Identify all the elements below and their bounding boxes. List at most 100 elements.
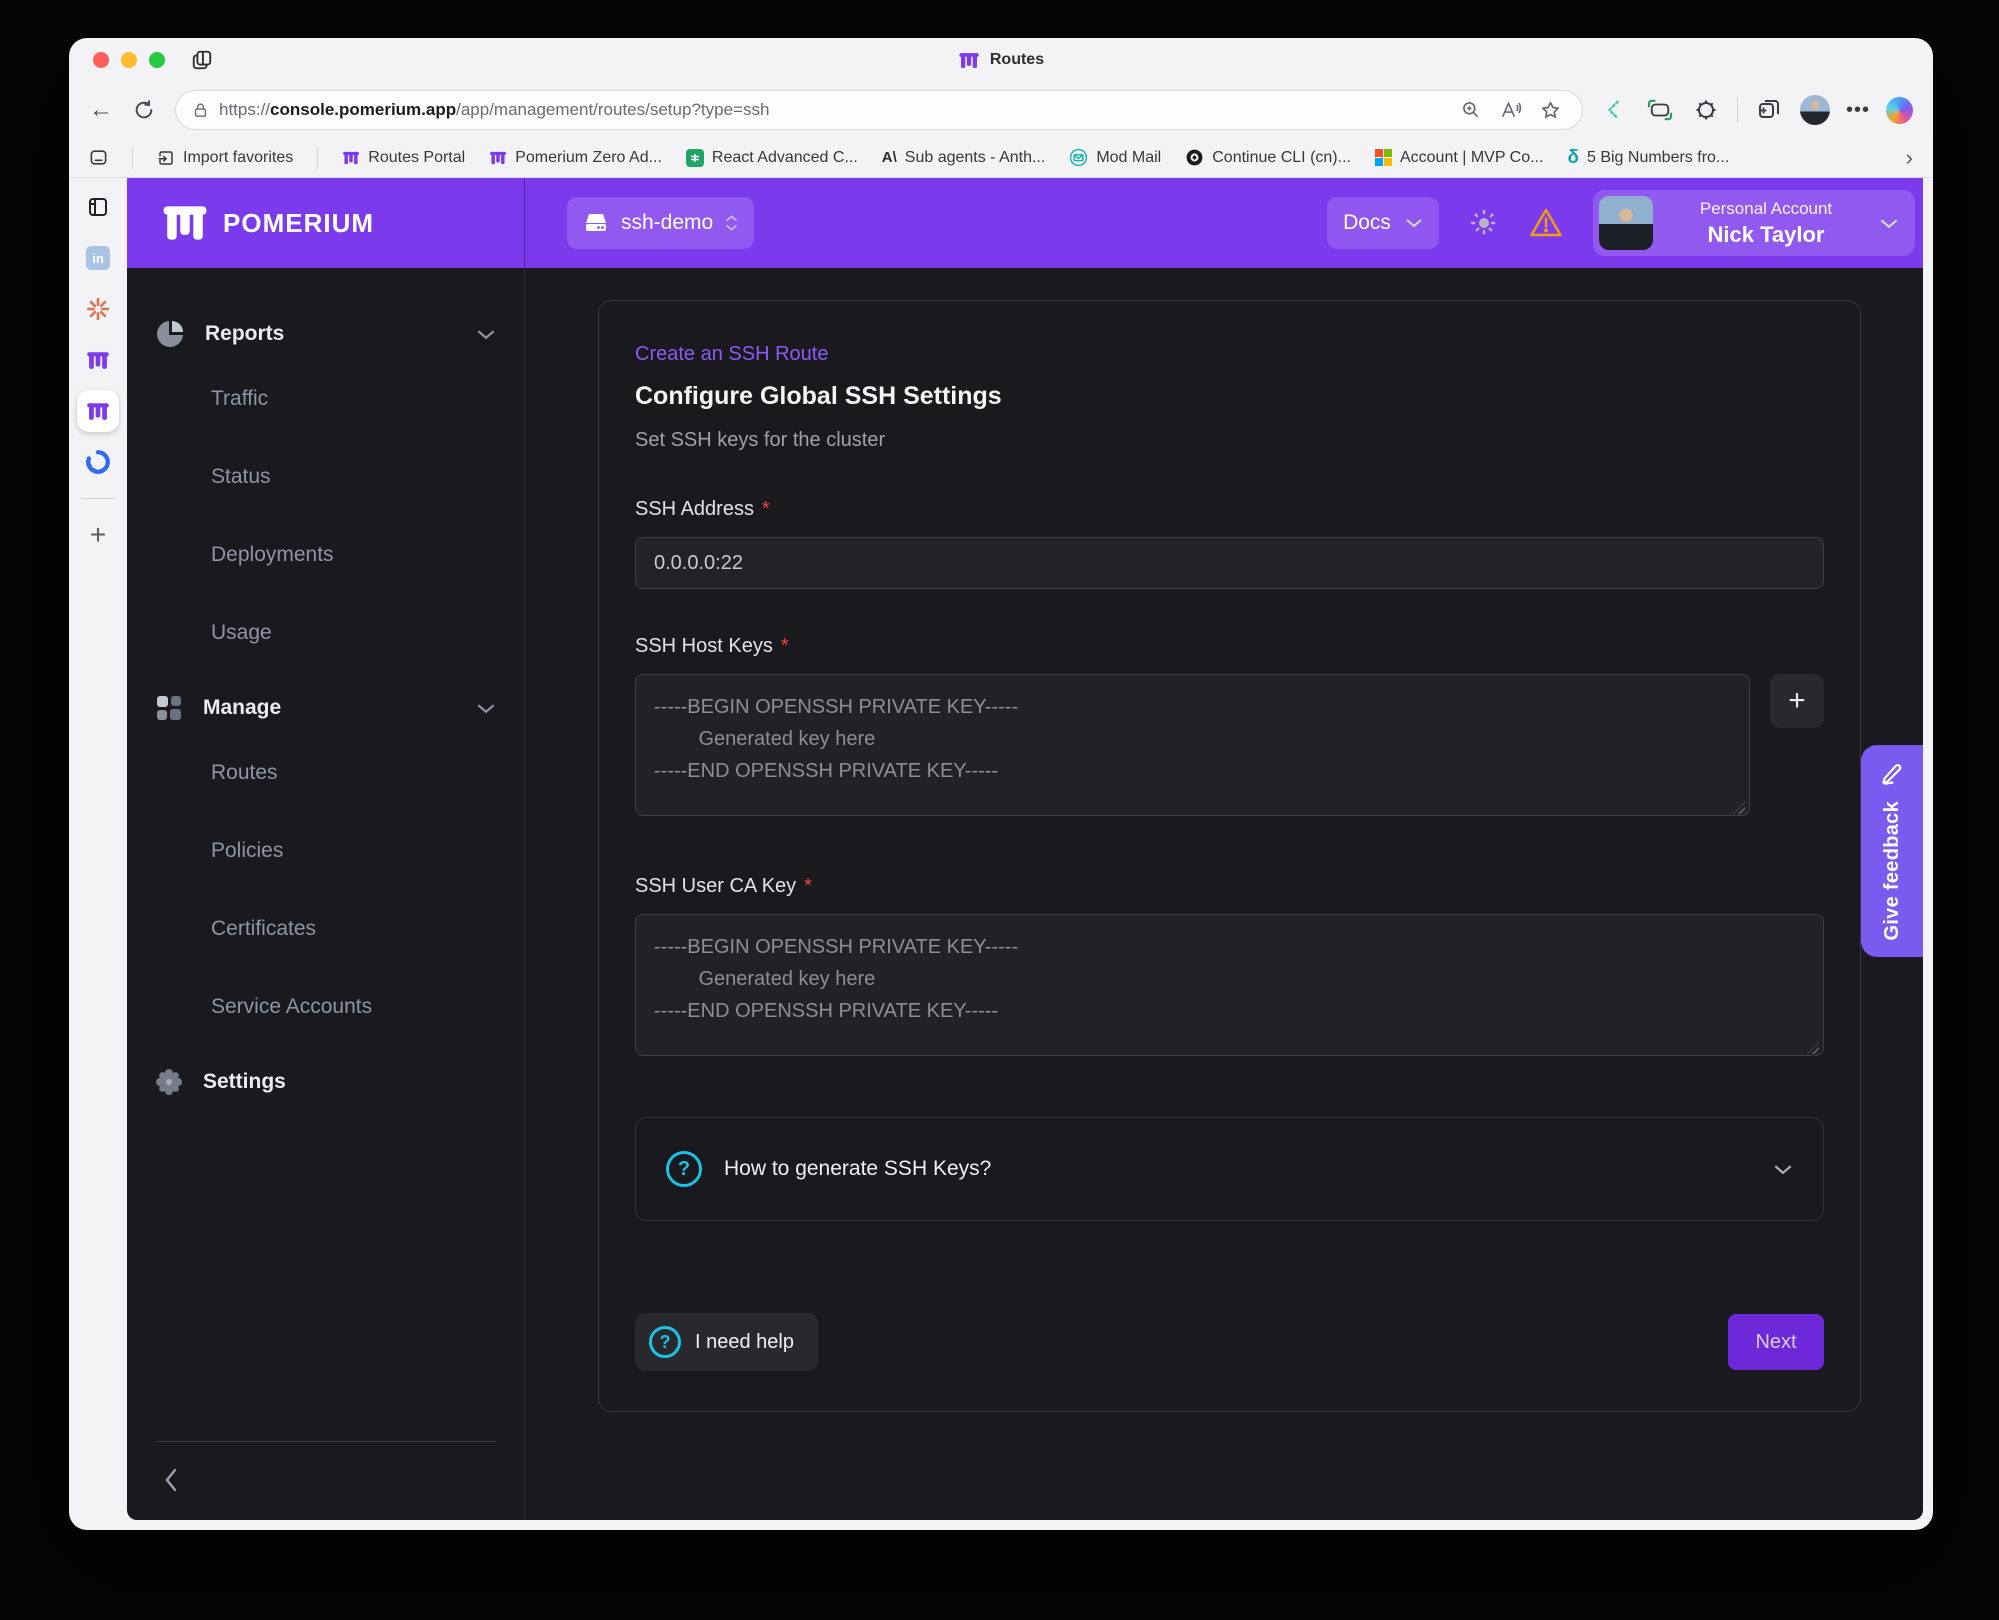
wizard-eyebrow: Create an SSH Route	[635, 343, 1824, 366]
mail-icon	[1069, 148, 1088, 167]
bookmarks-overflow-icon[interactable]: ›	[1906, 145, 1913, 171]
bookmark-sub-agents[interactable]: A\ Sub agents - Anth...	[882, 149, 1046, 167]
traffic-lights	[93, 52, 165, 68]
ssh-keys-help-accordion[interactable]: ? How to generate SSH Keys?	[635, 1117, 1824, 1221]
docs-label: Docs	[1343, 211, 1391, 235]
vertical-tab-blue-app[interactable]	[77, 441, 119, 483]
required-asterisk: *	[762, 498, 770, 521]
server-icon	[583, 211, 609, 235]
ssh-host-keys-label: SSH Host Keys *	[635, 635, 1824, 658]
cluster-selector[interactable]: ssh-demo	[567, 197, 754, 249]
pomerium-console-page: POMERIUM ssh-demo Docs	[127, 178, 1923, 1520]
sidebar-item-routes[interactable]: Routes	[127, 734, 524, 812]
sidebar-item-service-accounts[interactable]: Service Accounts	[127, 968, 524, 1046]
next-button[interactable]: Next	[1728, 1314, 1824, 1370]
vertical-tab-linkedin[interactable]: in	[77, 237, 119, 279]
zoom-window-button[interactable]	[149, 52, 165, 68]
ssh-address-input[interactable]	[635, 537, 1824, 589]
bookmark-pomerium-zero[interactable]: Pomerium Zero Ad...	[489, 149, 662, 167]
sidebar-item-deployments[interactable]: Deployments	[127, 516, 524, 594]
sidebar-item-status[interactable]: Status	[127, 438, 524, 516]
sidebar-item-traffic[interactable]: Traffic	[127, 360, 524, 438]
continue-icon	[1185, 148, 1204, 167]
zoom-in-icon[interactable]	[1456, 95, 1486, 125]
ssh-user-ca-key-label: SSH User CA Key *	[635, 875, 1824, 898]
add-host-key-button[interactable]: +	[1770, 674, 1824, 728]
split-screen-icon[interactable]	[1599, 95, 1629, 125]
docs-menu-button[interactable]: Docs	[1327, 197, 1439, 249]
screenshot-icon[interactable]	[1645, 95, 1675, 125]
sheet-icon	[686, 149, 704, 167]
cluster-name: ssh-demo	[621, 211, 713, 235]
page-subtitle: Set SSH keys for the cluster	[635, 429, 1824, 452]
chevron-down-icon	[476, 703, 496, 714]
give-feedback-button[interactable]: Give feedback	[1861, 745, 1923, 957]
sidebar-collapse-button[interactable]	[151, 1460, 191, 1500]
settings-more-icon[interactable]: •••	[1846, 99, 1870, 122]
new-tab-button[interactable]: +	[77, 514, 119, 556]
reload-icon[interactable]	[129, 95, 159, 125]
address-bar[interactable]: https://console.pomerium.app/app/managem…	[175, 90, 1583, 130]
minimize-window-button[interactable]	[121, 52, 137, 68]
sidebar-item-policies[interactable]: Policies	[127, 812, 524, 890]
ssh-host-keys-textarea[interactable]	[635, 674, 1750, 816]
url-domain: console.pomerium.app	[270, 100, 456, 119]
desktop: Routes ← https://console.pomerium.app/ap…	[0, 0, 1999, 1620]
ssh-host-keys-wrapper	[635, 674, 1750, 821]
vertical-tab-pomerium[interactable]	[77, 339, 119, 381]
bookmark-5-big-numbers[interactable]: δ 5 Big Numbers fro...	[1567, 147, 1729, 169]
sidebar-item-usage[interactable]: Usage	[127, 594, 524, 672]
browser-window: Routes ← https://console.pomerium.app/ap…	[69, 38, 1933, 1530]
brand-logo[interactable]: POMERIUM	[127, 178, 525, 268]
pomerium-logo-icon	[161, 204, 209, 242]
wizard-footer: ? I need help Next	[635, 1313, 1824, 1371]
wizard-card: Create an SSH Route Configure Global SSH…	[598, 300, 1861, 1412]
bookmark-react-advanced[interactable]: React Advanced C...	[686, 149, 858, 167]
url-path: /app/management/routes/setup?type=ssh	[456, 100, 769, 119]
sidebar-section-reports[interactable]: Reports	[127, 308, 524, 360]
bookmark-routes-portal[interactable]: Routes Portal	[342, 149, 465, 167]
brand-name: POMERIUM	[223, 208, 374, 239]
workspaces-icon[interactable]	[77, 186, 119, 228]
vertical-tab-pomerium-active[interactable]	[77, 390, 119, 432]
back-icon[interactable]: ←	[89, 98, 113, 122]
bookmark-continue-cli[interactable]: Continue CLI (cn)...	[1185, 148, 1351, 167]
tab-stacks-icon[interactable]	[191, 49, 213, 71]
main-content: Create an SSH Route Configure Global SSH…	[525, 268, 1923, 1520]
collections-icon[interactable]	[1754, 95, 1784, 125]
chevron-down-icon	[1879, 218, 1899, 229]
warning-alert-icon[interactable]	[1529, 207, 1563, 239]
close-window-button[interactable]	[93, 52, 109, 68]
need-help-button[interactable]: ? I need help	[635, 1313, 818, 1371]
copilot-icon[interactable]	[1886, 97, 1913, 124]
sidebar-divider	[155, 1441, 496, 1442]
grid-icon	[155, 694, 183, 722]
toolbar-separator	[1737, 97, 1738, 123]
active-tab-title: Routes	[69, 38, 1933, 82]
claude-starburst-icon	[85, 296, 111, 322]
bookmark-account-mvp[interactable]: Account | MVP Co...	[1375, 149, 1543, 167]
ssh-user-ca-key-textarea[interactable]	[635, 914, 1824, 1056]
reports-subnav: Traffic Status Deployments Usage	[127, 360, 524, 672]
chevron-down-icon	[1773, 1164, 1793, 1175]
reading-list-icon[interactable]	[89, 148, 108, 167]
favorite-star-icon[interactable]	[1536, 95, 1566, 125]
browser-profile-avatar[interactable]	[1800, 95, 1830, 125]
accordion-label: How to generate SSH Keys?	[724, 1157, 991, 1181]
vertical-tab-strip: in +	[69, 178, 127, 1520]
read-aloud-icon[interactable]	[1496, 95, 1526, 125]
sidebar-item-certificates[interactable]: Certificates	[127, 890, 524, 968]
browser-essentials-icon[interactable]	[1691, 95, 1721, 125]
browser-toolbar: ← https://console.pomerium.app/app/manag…	[69, 82, 1933, 138]
bookmark-import-favorites[interactable]: Import favorites	[157, 149, 293, 167]
tab-title-text: Routes	[990, 51, 1044, 69]
bookmark-mod-mail[interactable]: Mod Mail	[1069, 148, 1161, 167]
question-circle-icon: ?	[649, 1326, 681, 1358]
vertical-tab-claude[interactable]	[77, 288, 119, 330]
sidebar-section-manage[interactable]: Manage	[127, 682, 524, 734]
account-menu[interactable]: Personal Account Nick Taylor	[1593, 190, 1915, 256]
sidebar-item-settings[interactable]: Settings	[127, 1056, 524, 1108]
give-feedback-label: Give feedback	[1881, 801, 1904, 941]
gear-icon	[155, 1068, 183, 1096]
theme-toggle-sun-icon[interactable]	[1469, 208, 1499, 238]
